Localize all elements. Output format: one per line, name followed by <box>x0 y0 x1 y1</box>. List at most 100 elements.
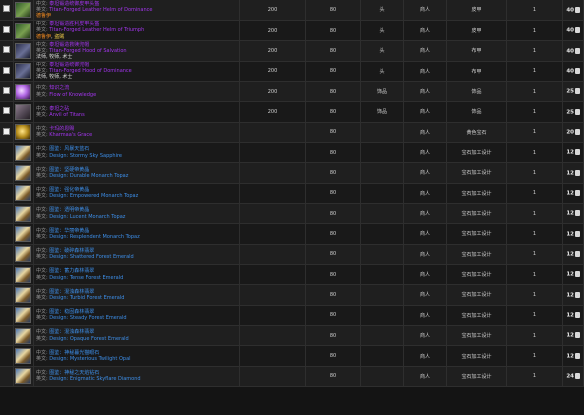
item-name-english[interactable]: Design: Shattered Forest Emerald <box>49 254 133 260</box>
item-name-chinese[interactable]: 图鉴：混浊森林翡翠 <box>49 329 94 335</box>
item-row[interactable]: 中文: 图鉴：强化帝黄晶 英文: Design: Empowered Monarc… <box>0 183 584 204</box>
item-name-chinese[interactable]: 图鉴：华丽帝黄晶 <box>49 228 89 234</box>
item-row[interactable]: 中文: 图鉴：风暴天蓝石 英文: Design: Stormy Sky Sapph… <box>0 142 584 164</box>
item-name-english[interactable]: Design: Mysterious Twilight Opal <box>49 356 130 362</box>
name-cell: 中文: 泰坦锻造统御皮甲头盔 英文: Titan-Forged Leather H… <box>33 0 240 21</box>
item-name-english[interactable]: Design: Resplendent Monarch Topaz <box>49 234 139 240</box>
item-name-english[interactable]: Design: Turbid Forest Emerald <box>49 295 124 301</box>
row-checkbox[interactable] <box>3 87 10 95</box>
design-scroll-icon[interactable] <box>15 144 31 161</box>
chinese-label: 中文: <box>36 349 48 356</box>
design-scroll-icon[interactable] <box>15 185 31 202</box>
item-name-english[interactable]: Titan-Forged Leather Helm of Triumph <box>49 27 144 33</box>
design-scroll-icon[interactable] <box>15 286 31 303</box>
item-name-chinese[interactable]: 图鉴：风暴天蓝石 <box>49 146 89 152</box>
flow-of-knowledge-icon[interactable] <box>15 83 31 100</box>
item-name-chinese[interactable]: 图鉴：蓄力森林翡翠 <box>49 268 94 274</box>
item-level-cell <box>239 305 306 327</box>
vendor-item-table: 中文: 泰坦锻造统御皮甲头盔英文: Titan-Forged Leather H… <box>0 0 584 388</box>
item-name-chinese[interactable]: 泰坦锻造统御皮甲头盔 <box>49 1 99 7</box>
class-restrictions: 德鲁伊 <box>36 13 239 19</box>
row-checkbox[interactable] <box>3 107 10 115</box>
item-row[interactable]: 中文: 图鉴：混浊森林翡翠 英文: Design: Opaque Forest E… <box>0 325 584 347</box>
item-name-english[interactable]: Design: Lucent Monarch Topaz <box>49 214 125 220</box>
leather-helm-icon[interactable] <box>15 1 31 18</box>
item-name-english[interactable]: Titan-Forged Hood of Salvation <box>49 48 126 54</box>
item-name-english[interactable]: Design: Durable Monarch Topaz <box>49 173 128 179</box>
leather-helm-icon[interactable] <box>15 22 31 39</box>
item-name-english[interactable]: Design: Opaque Forest Emerald <box>49 336 128 342</box>
price-cell: 24 <box>562 366 584 388</box>
required-level-cell: 80 <box>305 223 361 245</box>
type-cell: 饰品 <box>446 81 507 103</box>
design-scroll-icon[interactable] <box>15 205 31 222</box>
row-checkbox[interactable] <box>3 5 10 13</box>
item-row[interactable]: 中文: 图鉴：华丽帝黄晶 英文: Design: Resplendent Mona… <box>0 223 584 245</box>
design-scroll-icon[interactable] <box>15 368 31 385</box>
design-scroll-icon[interactable] <box>15 307 31 324</box>
design-scroll-icon[interactable] <box>15 246 31 263</box>
item-row[interactable]: 中文: 图鉴：稳固森林翡翠 英文: Design: Steady Forest E… <box>0 305 584 327</box>
icon-cell <box>13 61 34 82</box>
cloth-hood-icon[interactable] <box>15 63 31 80</box>
item-row[interactable]: 中文: 图鉴：混浊森林翡翠 英文: Design: Turbid Forest E… <box>0 284 584 306</box>
item-row[interactable]: 中文: 泰坦锻造统御皮甲头盔 英文: Titan-Forged Leather H… <box>0 0 584 21</box>
item-name-chinese[interactable]: 泰坦之砧 <box>49 106 69 112</box>
item-name-english[interactable]: Kharmaa's Grace <box>49 132 92 138</box>
item-row[interactable]: 中文: 泰坦锻造救赎兜帽 英文: Titan-Forged Hood of Sal… <box>0 40 584 62</box>
item-name-english[interactable]: Design: Steady Forest Emerald <box>49 315 126 321</box>
price-value: 12 <box>566 190 574 197</box>
icon-cell <box>13 366 34 388</box>
row-checkbox[interactable] <box>3 66 10 74</box>
item-name-english[interactable]: Titan-Forged Leather Helm of Dominance <box>49 7 152 13</box>
row-checkbox[interactable] <box>3 127 10 135</box>
icon-cell <box>13 244 34 265</box>
item-row[interactable]: 中文: 知识之流 英文: Flow of Knowledge 200 80 饰品 商人 饰品… <box>0 81 584 103</box>
english-label: 英文: <box>36 111 48 118</box>
design-scroll-icon[interactable] <box>15 164 31 181</box>
item-name-chinese[interactable]: 图鉴：神秘暮光猫眼石 <box>49 350 99 356</box>
anvil-icon[interactable] <box>15 103 31 120</box>
design-scroll-icon[interactable] <box>15 266 31 283</box>
cloth-hood-icon[interactable] <box>15 42 31 59</box>
item-row[interactable]: 中文: 图鉴：神秘暮光猫眼石 英文: Design: Mysterious Twi… <box>0 345 584 367</box>
item-name-chinese[interactable]: 图鉴：混浊森林翡翠 <box>49 289 94 295</box>
design-scroll-icon[interactable] <box>15 348 31 365</box>
item-name-chinese[interactable]: 泰坦锻造救赎兜帽 <box>49 42 89 48</box>
checkbox-cell <box>0 20 14 42</box>
currency-token-icon <box>575 108 580 115</box>
row-checkbox[interactable] <box>3 46 10 54</box>
slot-cell: 饰品 <box>360 81 404 103</box>
design-scroll-icon[interactable] <box>15 327 31 344</box>
item-name-english[interactable]: Flow of Knowledge <box>49 92 96 98</box>
quantity-cell: 1 <box>506 203 563 225</box>
item-row[interactable]: 中文: 泰坦锻造统御兜帽 英文: Titan-Forged Hood of Dom… <box>0 61 584 82</box>
required-level-cell: 80 <box>305 81 361 103</box>
item-row[interactable]: 中文: 图鉴：透明帝黄晶 英文: Design: Lucent Monarch T… <box>0 203 584 225</box>
chinese-label: 中文: <box>36 227 48 234</box>
slot-cell <box>360 284 404 306</box>
item-row[interactable]: 中文: 图鉴：蓄力森林翡翠 英文: Design: Tense Forest Em… <box>0 264 584 286</box>
item-row[interactable]: 中文: 图鉴：神秘之天焰钻石 英文: Design: Enigmatic Skyf… <box>0 366 584 388</box>
item-row[interactable]: 中文: 图鉴：破碎森林翡翠 英文: Design: Shattered Fores… <box>0 244 584 265</box>
item-row[interactable]: 中文: 泰坦之砧 英文: Anvil of Titans 200 80 饰品 商人 饰品 1 2… <box>0 101 584 123</box>
item-name-chinese[interactable]: 泰坦锻造统御兜帽 <box>49 62 89 68</box>
item-name-english[interactable]: Design: Tense Forest Emerald <box>49 275 123 281</box>
design-scroll-icon[interactable] <box>15 225 31 242</box>
yellow-gem-icon[interactable] <box>15 124 31 141</box>
item-level-cell <box>239 366 306 388</box>
item-name-chinese[interactable]: 图鉴：坚硬帝黄晶 <box>49 167 89 173</box>
item-name-chinese[interactable]: 图鉴：透明帝黄晶 <box>49 207 89 213</box>
item-row[interactable]: 中文: 泰坦锻造胜利皮甲头盔 英文: Titan-Forged Leather H… <box>0 20 584 42</box>
required-level-cell: 80 <box>305 101 361 123</box>
item-name-english[interactable]: Design: Empowered Monarch Topaz <box>49 193 138 199</box>
item-name-english[interactable]: Anvil of Titans <box>49 112 84 118</box>
class-name: 法师 <box>36 53 47 60</box>
item-row[interactable]: 中文: 卡玛的恩赐 英文: Kharmaa's Grace 80 商人 黄色宝石 1 20 <box>0 122 584 143</box>
price-cell: 12 <box>562 203 584 225</box>
item-name-english[interactable]: Design: Enigmatic Skyflare Diamond <box>49 376 140 382</box>
item-name-chinese[interactable]: 知识之流 <box>49 85 69 91</box>
item-name-english[interactable]: Design: Stormy Sky Sapphire <box>49 153 122 159</box>
item-row[interactable]: 中文: 图鉴：坚硬帝黄晶 英文: Design: Durable Monarch … <box>0 162 584 184</box>
row-checkbox[interactable] <box>3 26 10 34</box>
